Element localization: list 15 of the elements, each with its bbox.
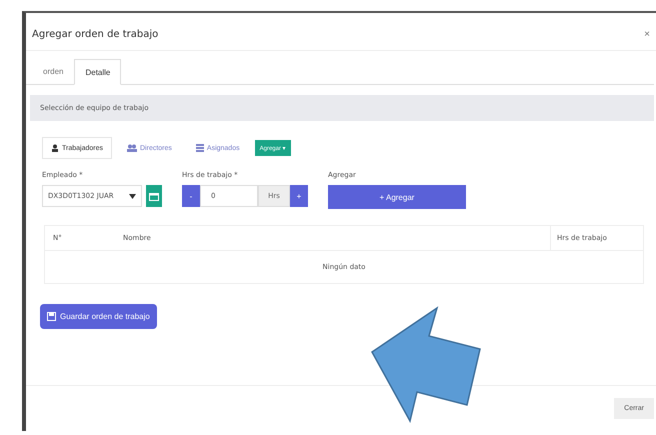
caret-icon bbox=[129, 194, 136, 198]
tab[interactable]: Detalle bbox=[74, 59, 122, 85]
list-icon bbox=[196, 144, 204, 152]
save-icon bbox=[47, 312, 56, 321]
users-icon bbox=[127, 144, 137, 152]
close-button[interactable]: × bbox=[644, 29, 650, 40]
dialog-title: Agregar orden de trabajo bbox=[32, 29, 158, 40]
tab[interactable]: orden bbox=[32, 59, 74, 84]
save-button[interactable]: Guardar orden de trabajo bbox=[40, 304, 157, 329]
increment-button[interactable]: + bbox=[290, 185, 308, 207]
user-icon bbox=[51, 144, 59, 152]
decrement-button[interactable]: - bbox=[182, 185, 200, 207]
add-button[interactable]: + Agregar bbox=[328, 185, 466, 209]
calendar-button[interactable] bbox=[146, 185, 162, 207]
calendar-icon bbox=[149, 192, 159, 200]
